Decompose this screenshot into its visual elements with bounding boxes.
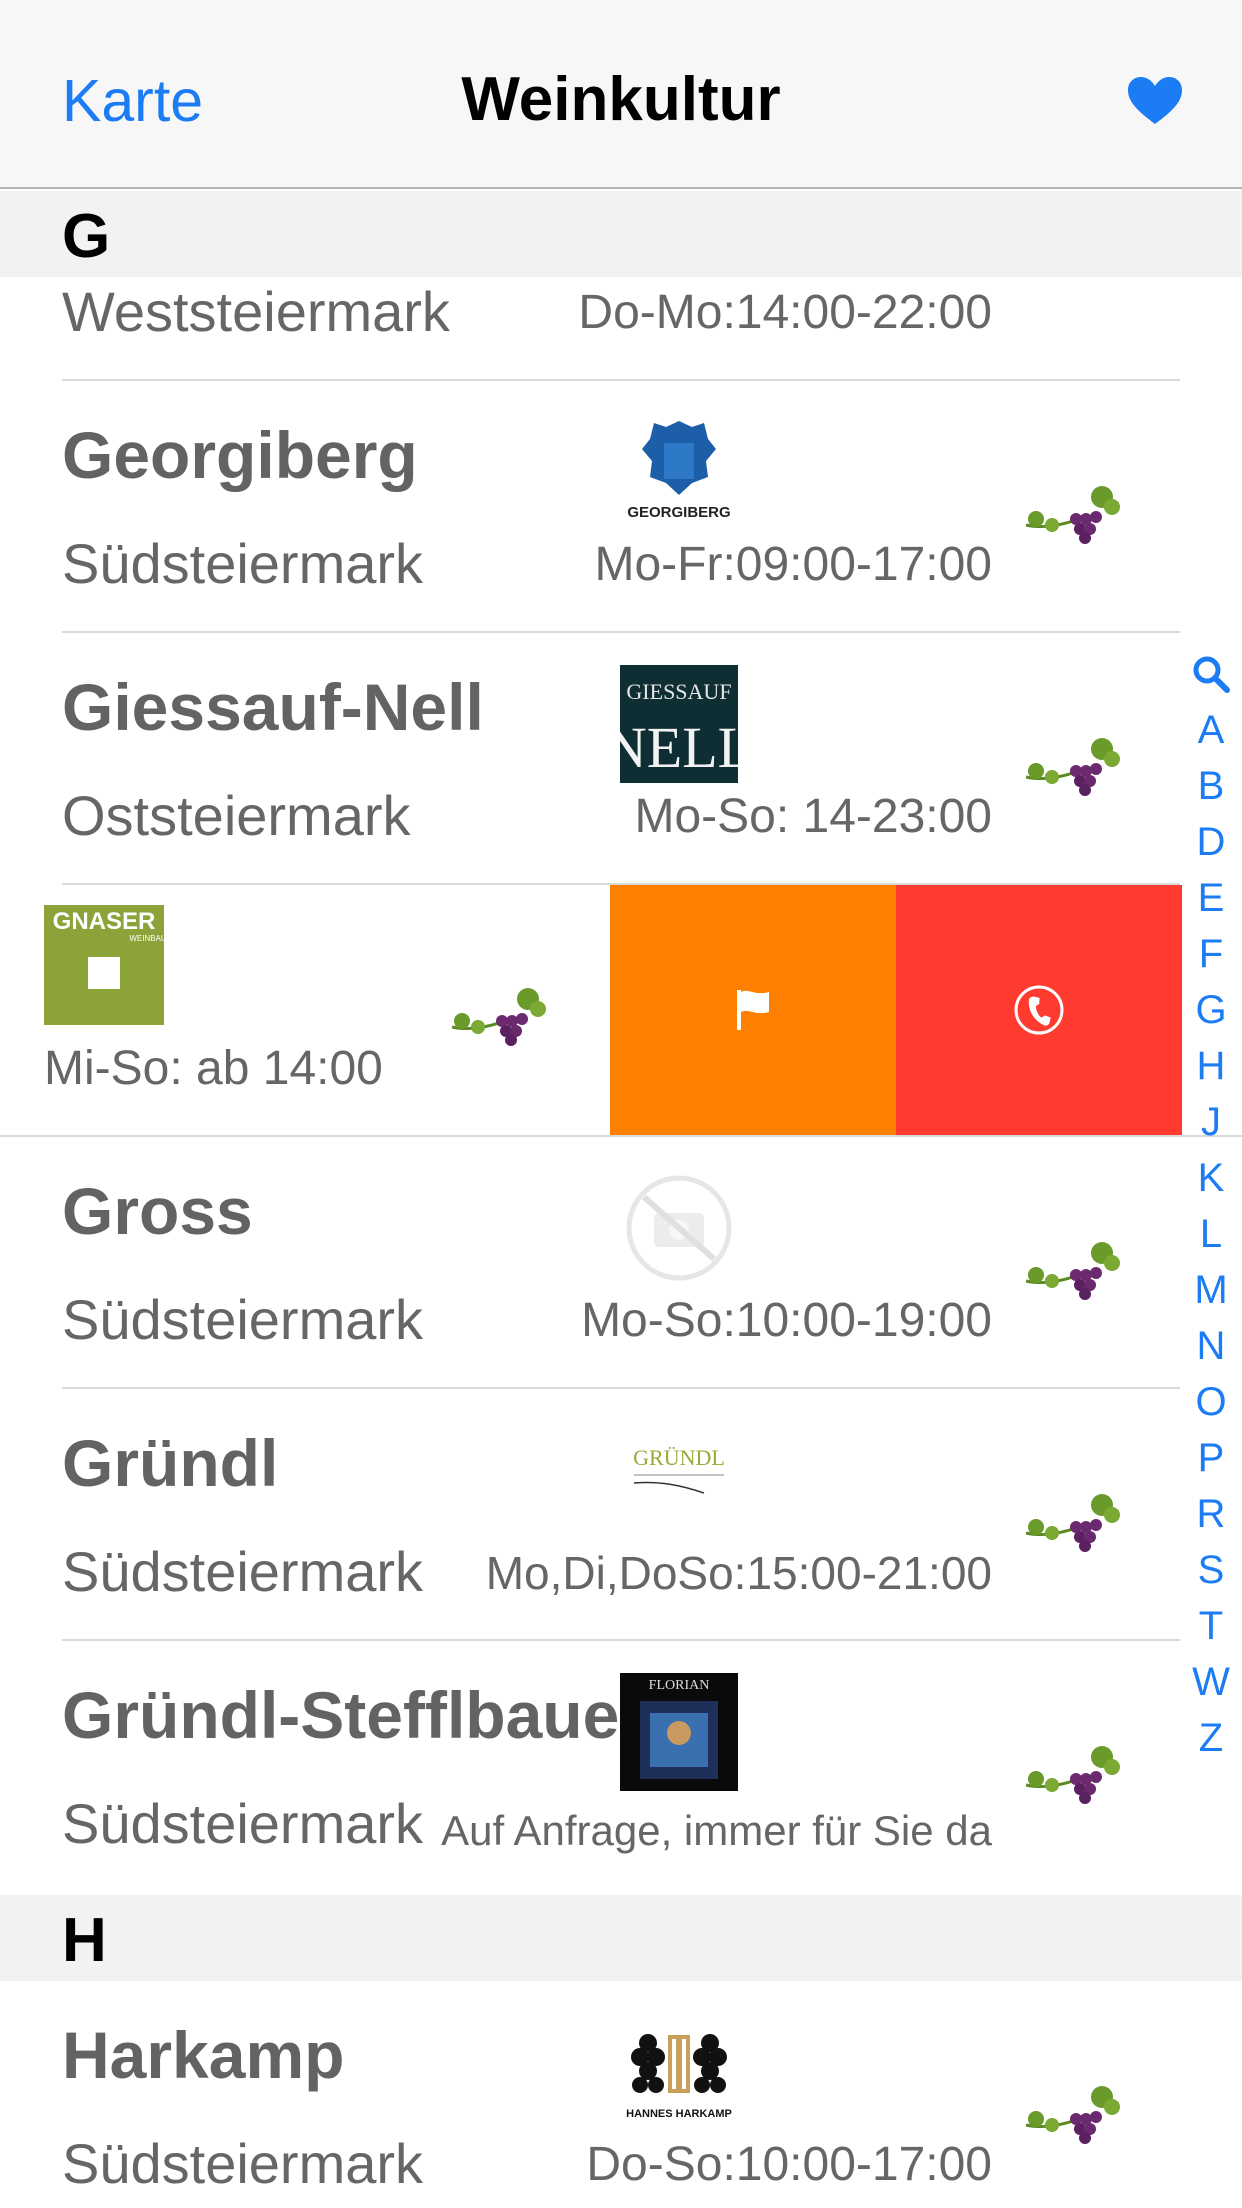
index-letter[interactable]: L (1186, 1206, 1236, 1262)
section-letter: H (62, 1906, 107, 1975)
index-letter[interactable]: S (1186, 1542, 1236, 1598)
winery-hours: Mo,Di,DoSo:15:00-21:00 (485, 1547, 992, 1599)
index-letter[interactable]: W (1186, 1654, 1236, 1710)
grapes-icon (1025, 1242, 1120, 1300)
winery-logo: HANNES HARKAMP (626, 2034, 732, 2120)
list-item[interactable]: Georgiberg Südsteiermark Mo-Fr:09:00-17:… (0, 381, 1242, 633)
winery-region: Südsteiermark (62, 1540, 424, 1603)
index-letter[interactable]: H (1186, 1038, 1236, 1094)
winery-logo: GIESSAUF NELL (620, 665, 738, 783)
index-letter[interactable]: F (1186, 926, 1236, 982)
winery-name: Gründl (62, 1426, 279, 1500)
index-letter[interactable]: P (1186, 1430, 1236, 1486)
index-letter[interactable]: D (1186, 814, 1236, 870)
winery-region: Weststeiermark (62, 280, 450, 343)
list-item[interactable]: Giessauf-Nell Oststeiermark Mo-So: 14-23… (0, 633, 1242, 885)
winery-name: Gründl-Stefflbauer (62, 1678, 620, 1752)
winery-name: Harkamp (62, 2018, 345, 2092)
winery-hours: Mo-Fr:09:00-17:00 (594, 538, 992, 591)
list-item[interactable]: Gründl Südsteiermark Mo,Di,DoSo:15:00-21… (0, 1389, 1242, 1641)
index-letter[interactable]: O (1186, 1374, 1236, 1430)
logo-text: NELL (620, 715, 738, 780)
logo-text: FLORIAN (649, 1678, 710, 1693)
logo-text: HANNES HARKAMP (626, 2108, 732, 2120)
logo-text: GRÜNDL (633, 1445, 725, 1470)
section-header-g: G (0, 191, 1242, 277)
winery-hours: Mo-So:10:00-19:00 (581, 1294, 992, 1347)
grapes-icon (1025, 1494, 1120, 1552)
grapes-icon (1025, 2086, 1120, 2144)
swiped-row-content[interactable]: GNASER WEINBAU Mi-So: ab 14:00 (0, 885, 620, 1135)
winery-hours: Mi-So: ab 14:00 (44, 1042, 383, 1095)
index-letter[interactable]: T (1186, 1598, 1236, 1654)
index-letter[interactable]: E (1186, 870, 1236, 926)
list-item[interactable]: Gründl-Stefflbauer Auf Anfrage, immer fü… (0, 1641, 1242, 1893)
winery-hours: Auf Anfrage, immer für Sie da (441, 1807, 992, 1854)
winery-hours: Do-So:10:00-17:00 (586, 2138, 992, 2191)
index-letter[interactable]: G (1186, 982, 1236, 1038)
index-letter[interactable]: J (1186, 1094, 1236, 1150)
winery-region: Südsteiermark (62, 1288, 424, 1351)
grapes-icon (1025, 738, 1120, 796)
flag-icon (737, 990, 769, 1030)
logo-text: GNASER (53, 908, 156, 935)
winery-region: Oststeiermark (62, 784, 411, 847)
section-header-h: H (0, 1895, 1242, 1981)
winery-logo: GNASER WEINBAU (44, 905, 164, 1025)
index-letter[interactable]: A (1186, 702, 1236, 758)
list-item[interactable]: Gross Südsteiermark Mo-So:10:00-19:00 (0, 1137, 1242, 1389)
logo-text: GEORGIBERG (627, 504, 730, 521)
grapes-icon (451, 988, 546, 1046)
phone-icon (1014, 985, 1064, 1035)
winery-logo: GEORGIBERG (627, 421, 731, 521)
winery-name: Georgiberg (62, 418, 418, 492)
grapes-icon (1025, 486, 1120, 544)
logo-text: GIESSAUF (626, 679, 731, 704)
index-letter[interactable]: K (1186, 1150, 1236, 1206)
winery-region: Südsteiermark (62, 1792, 424, 1855)
index-letter[interactable]: Z (1186, 1710, 1236, 1766)
flag-action-button[interactable] (610, 885, 896, 1135)
search-icon (1193, 656, 1230, 693)
winery-list[interactable]: Weststeiermark Do-Mo:14:00-22:00 G Georg… (0, 191, 1242, 2208)
list-item[interactable]: Harkamp Südsteiermark Do-So:10:00-17:00 … (0, 1981, 1242, 2208)
winery-region: Südsteiermark (62, 532, 424, 595)
winery-name: Giessauf-Nell (62, 670, 484, 744)
grapes-icon (1025, 1746, 1120, 1804)
navigation-bar: Karte Weinkultur (0, 0, 1242, 189)
winery-logo: FLORIAN (620, 1673, 738, 1791)
list-item-swiped[interactable]: GNASER WEINBAU Mi-So: ab 14:00 (0, 885, 1242, 1137)
logo-subtext: WEINBAU (129, 934, 164, 943)
index-search[interactable] (1186, 646, 1236, 702)
index-letter[interactable]: B (1186, 758, 1236, 814)
winery-logo: GRÜNDL (633, 1445, 725, 1494)
index-letter[interactable]: M (1186, 1262, 1236, 1318)
winery-region: Südsteiermark (62, 2132, 424, 2195)
section-letter: G (62, 202, 111, 271)
page-title: Weinkultur (461, 65, 781, 134)
call-action-button[interactable] (896, 885, 1182, 1135)
section-index[interactable]: A B D E F G H J K L M N O P R S T W Z (1186, 646, 1236, 1766)
winery-hours: Mo-So: 14-23:00 (634, 790, 992, 843)
index-letter[interactable]: R (1186, 1486, 1236, 1542)
winery-name: Gross (62, 1174, 253, 1248)
winery-hours: Do-Mo:14:00-22:00 (578, 286, 992, 339)
index-letter[interactable]: N (1186, 1318, 1236, 1374)
no-image-icon (626, 1175, 732, 1281)
heart-icon[interactable] (1126, 76, 1184, 126)
